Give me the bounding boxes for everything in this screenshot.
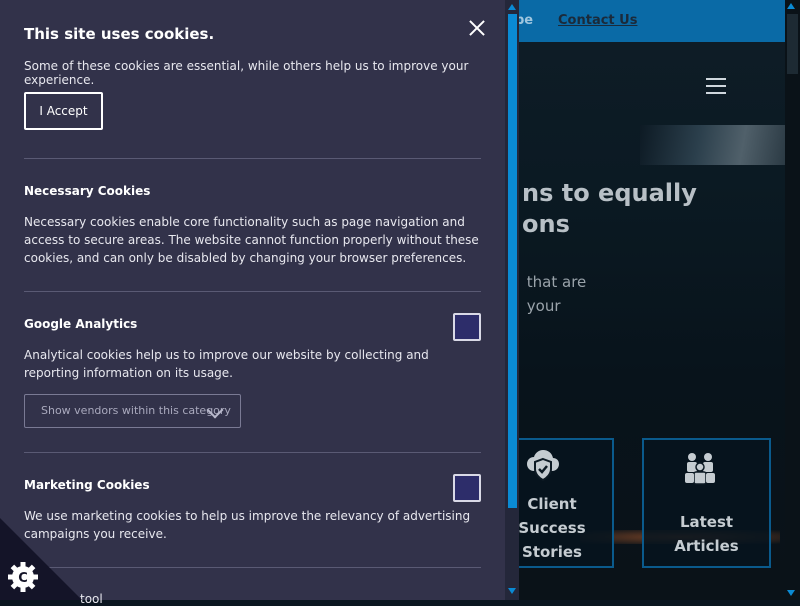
hamburger-menu-icon[interactable] xyxy=(706,78,726,94)
cookie-panel-title: This site uses cookies. xyxy=(24,25,215,43)
cookie-panel-scrollbar[interactable] xyxy=(505,0,519,600)
page-scrollbar-thumb[interactable] xyxy=(787,14,798,74)
close-icon[interactable] xyxy=(467,18,487,38)
scroll-up-arrow-icon[interactable] xyxy=(787,3,795,9)
divider xyxy=(24,452,481,453)
card-label: Client Success Stories xyxy=(518,495,586,561)
shield-check-icon xyxy=(527,450,559,482)
cookie-panel-scrollbar-thumb[interactable] xyxy=(508,14,517,508)
google-analytics-description: Analytical cookies help us to improve ou… xyxy=(24,348,429,380)
necessary-cookies-description: Necessary cookies enable core functional… xyxy=(24,215,479,265)
next-section-title-partial: tool xyxy=(80,592,103,606)
marketing-cookies-title: Marketing Cookies xyxy=(24,478,150,492)
hero-subtitle: that are your xyxy=(526,273,587,315)
show-vendors-label: Show vendors within this category xyxy=(41,404,231,417)
divider xyxy=(24,291,481,292)
svg-text:C: C xyxy=(18,571,28,586)
necessary-cookies-title: Necessary Cookies xyxy=(24,184,151,198)
contact-us-link[interactable]: Contact Us xyxy=(558,13,637,28)
card-label: Latest Articles xyxy=(674,513,739,555)
scroll-down-arrow-icon[interactable] xyxy=(508,588,516,594)
cookie-consent-panel: This site uses cookies. Some of these co… xyxy=(0,0,505,606)
show-vendors-dropdown[interactable]: Show vendors within this category xyxy=(24,394,241,428)
google-analytics-title: Google Analytics xyxy=(24,317,138,331)
divider xyxy=(24,158,481,159)
google-analytics-checkbox[interactable] xyxy=(453,313,481,341)
accept-button[interactable]: I Accept xyxy=(24,92,103,130)
divider xyxy=(24,567,481,568)
cookie-panel-description: Some of these cookies are essential, whi… xyxy=(24,59,469,87)
hero-title: ns to equally ons xyxy=(522,179,697,238)
page-scrollbar[interactable] xyxy=(785,0,800,600)
scroll-up-arrow-icon[interactable] xyxy=(508,4,516,10)
site-topbar: be Contact Us xyxy=(505,0,785,42)
people-group-icon xyxy=(685,453,715,485)
marketing-cookies-description: We use marketing cookies to help us impr… xyxy=(24,509,471,541)
cookie-settings-icon[interactable]: C xyxy=(0,518,82,600)
scroll-down-arrow-icon[interactable] xyxy=(787,590,795,596)
client-success-stories-card[interactable]: Client Success Stories xyxy=(505,438,614,568)
hero-image-highlight xyxy=(640,125,785,165)
marketing-cookies-checkbox[interactable] xyxy=(453,474,481,502)
latest-articles-card[interactable]: Latest Articles xyxy=(642,438,771,568)
